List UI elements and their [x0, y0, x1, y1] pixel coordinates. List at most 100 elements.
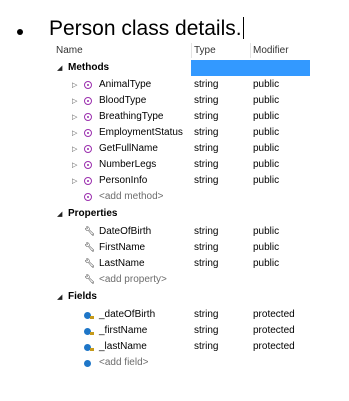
- group-row-methods[interactable]: ◢ Methods: [54, 60, 310, 76]
- column-name[interactable]: Name: [56, 45, 83, 56]
- member-name[interactable]: DateOfBirth: [99, 226, 151, 237]
- member-modifier[interactable]: protected: [253, 325, 295, 336]
- member-row[interactable]: _firstName string protected: [54, 323, 310, 339]
- method-icon: [84, 177, 92, 185]
- method-icon: [84, 145, 92, 153]
- member-row[interactable]: ▷ NumberLegs string public: [54, 157, 310, 173]
- member-type[interactable]: string: [194, 325, 218, 336]
- member-type[interactable]: string: [194, 341, 218, 352]
- member-row[interactable]: 🔧︎ DateOfBirth string public: [54, 224, 310, 240]
- member-modifier[interactable]: public: [253, 79, 279, 90]
- method-icon: [84, 129, 92, 137]
- member-name[interactable]: _dateOfBirth: [99, 309, 155, 320]
- group-label: Fields: [68, 291, 97, 302]
- column-header: Name Type Modifier: [54, 43, 310, 58]
- collapsed-triangle-icon[interactable]: ▷: [72, 177, 77, 185]
- member-name[interactable]: NumberLegs: [99, 159, 156, 170]
- member-row[interactable]: ▷ GetFullName string public: [54, 141, 310, 157]
- member-row[interactable]: _dateOfBirth string protected: [54, 307, 310, 323]
- bullet-point: [17, 29, 23, 35]
- property-wrench-icon: 🔧︎: [84, 258, 96, 268]
- collapsed-triangle-icon[interactable]: ▷: [72, 129, 77, 137]
- member-row[interactable]: _lastName string protected: [54, 339, 310, 355]
- member-name[interactable]: BreathingType: [99, 111, 164, 122]
- member-name[interactable]: _firstName: [99, 325, 147, 336]
- member-row[interactable]: ▷ PersonInfo string public: [54, 173, 310, 189]
- column-type[interactable]: Type: [194, 45, 216, 56]
- member-modifier[interactable]: public: [253, 242, 279, 253]
- column-modifier[interactable]: Modifier: [253, 45, 289, 56]
- group-row-fields[interactable]: ◢ Fields: [54, 289, 310, 305]
- property-wrench-icon: 🔧︎: [84, 274, 96, 284]
- field-icon: [84, 360, 91, 367]
- member-type[interactable]: string: [194, 258, 218, 269]
- add-property-row[interactable]: 🔧︎ <add property>: [54, 272, 310, 288]
- member-type[interactable]: string: [194, 95, 218, 106]
- member-modifier[interactable]: public: [253, 95, 279, 106]
- add-method-placeholder[interactable]: <add method>: [99, 191, 164, 202]
- expanded-triangle-icon[interactable]: ◢: [57, 210, 62, 218]
- member-name[interactable]: EmploymentStatus: [99, 127, 183, 138]
- collapsed-triangle-icon[interactable]: ▷: [72, 145, 77, 153]
- member-type[interactable]: string: [194, 79, 218, 90]
- member-name[interactable]: LastName: [99, 258, 145, 269]
- group-label: Methods: [68, 62, 110, 73]
- protected-lock-icon: [90, 348, 94, 351]
- member-name[interactable]: GetFullName: [99, 143, 158, 154]
- member-type[interactable]: string: [194, 143, 218, 154]
- expanded-triangle-icon[interactable]: ◢: [57, 293, 62, 301]
- member-type[interactable]: string: [194, 111, 218, 122]
- method-icon: [84, 97, 92, 105]
- member-modifier[interactable]: public: [253, 175, 279, 186]
- member-name[interactable]: PersonInfo: [99, 175, 147, 186]
- slide-text: Person class details.: [49, 17, 242, 40]
- collapsed-triangle-icon[interactable]: ▷: [72, 97, 77, 105]
- slide-text-line: Person class details.: [49, 17, 244, 41]
- member-type[interactable]: string: [194, 175, 218, 186]
- method-icon: [84, 161, 92, 169]
- member-modifier[interactable]: public: [253, 226, 279, 237]
- class-details-panel: Name Type Modifier ◢ Methods ▷ AnimalTyp…: [54, 43, 310, 368]
- protected-lock-icon: [90, 316, 94, 319]
- member-modifier[interactable]: public: [253, 127, 279, 138]
- member-modifier[interactable]: public: [253, 143, 279, 154]
- member-row[interactable]: 🔧︎ FirstName string public: [54, 240, 310, 256]
- column-separator[interactable]: [191, 43, 192, 58]
- text-caret: [242, 17, 244, 39]
- member-modifier[interactable]: public: [253, 111, 279, 122]
- group-label: Properties: [68, 208, 118, 219]
- collapsed-triangle-icon[interactable]: ▷: [72, 81, 77, 89]
- member-type[interactable]: string: [194, 309, 218, 320]
- member-modifier[interactable]: protected: [253, 341, 295, 352]
- expanded-triangle-icon[interactable]: ◢: [57, 64, 62, 72]
- collapsed-triangle-icon[interactable]: ▷: [72, 113, 77, 121]
- member-name[interactable]: BloodType: [99, 95, 146, 106]
- member-row[interactable]: ▷ BreathingType string public: [54, 109, 310, 125]
- member-type[interactable]: string: [194, 226, 218, 237]
- member-row[interactable]: ▷ EmploymentStatus string public: [54, 125, 310, 141]
- property-wrench-icon: 🔧︎: [84, 226, 96, 236]
- member-type[interactable]: string: [194, 127, 218, 138]
- add-property-placeholder[interactable]: <add property>: [99, 274, 167, 285]
- add-method-row[interactable]: <add method>: [54, 189, 310, 205]
- member-modifier[interactable]: public: [253, 159, 279, 170]
- member-type[interactable]: string: [194, 159, 218, 170]
- member-row[interactable]: ▷ BloodType string public: [54, 93, 310, 109]
- member-row[interactable]: 🔧︎ LastName string public: [54, 256, 310, 272]
- add-field-placeholder[interactable]: <add field>: [99, 357, 149, 368]
- member-row[interactable]: ▷ AnimalType string public: [54, 77, 310, 93]
- selection-highlight: [191, 60, 310, 76]
- method-icon: [84, 193, 92, 201]
- add-field-row[interactable]: <add field>: [54, 355, 310, 371]
- method-icon: [84, 113, 92, 121]
- group-row-properties[interactable]: ◢ Properties: [54, 206, 310, 222]
- member-name[interactable]: _lastName: [99, 341, 147, 352]
- collapsed-triangle-icon[interactable]: ▷: [72, 161, 77, 169]
- column-separator[interactable]: [250, 43, 251, 58]
- member-modifier[interactable]: public: [253, 258, 279, 269]
- method-icon: [84, 81, 92, 89]
- member-modifier[interactable]: protected: [253, 309, 295, 320]
- member-name[interactable]: FirstName: [99, 242, 145, 253]
- member-name[interactable]: AnimalType: [99, 79, 151, 90]
- member-type[interactable]: string: [194, 242, 218, 253]
